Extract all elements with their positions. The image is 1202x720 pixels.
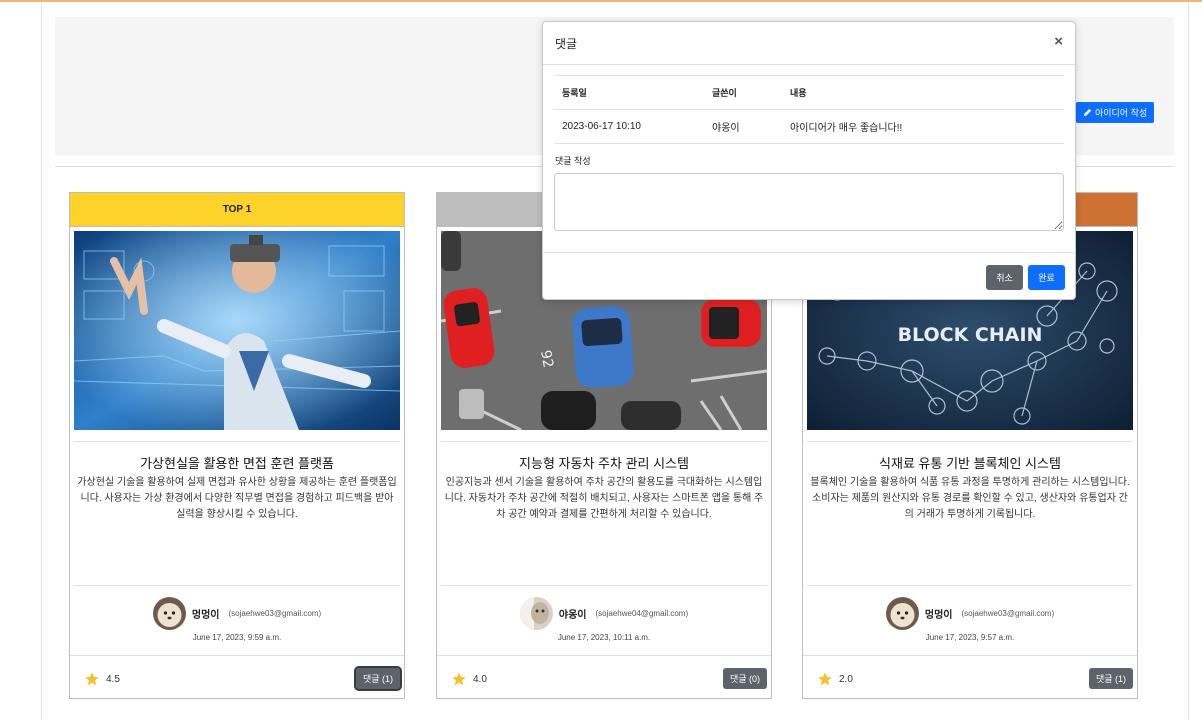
comment-table: 등록일 글쓴이 내용 2023-06-17 10:10 야옹이 아이디어가 매우… xyxy=(554,75,1064,144)
author-info: 야옹이 (sojaehwe04@gmail.com) xyxy=(437,597,771,630)
modal-title: 댓글 xyxy=(555,37,578,51)
card-divider xyxy=(441,441,767,442)
comment-modal: 댓글 × 등록일 글쓴이 내용 2023-06-17 10:10 야옹이 아이디… xyxy=(542,21,1076,300)
blockchain-image-text: BLOCK CHAIN xyxy=(898,324,1043,346)
author-info: 멍멍이 (sojaehwe03@gmail.com) xyxy=(70,597,404,630)
column-header-date: 등록일 xyxy=(554,75,704,110)
table-row: 2023-06-17 10:10 야옹이 아이디어가 매우 좋습니다!! xyxy=(554,109,1064,144)
author-email: (sojaehwe03@gmail.com) xyxy=(961,609,1055,618)
comment-author: 야옹이 xyxy=(704,109,782,144)
avatar xyxy=(885,597,919,630)
comment-content: 아이디어가 매우 좋습니다!! xyxy=(782,109,1064,144)
idea-title[interactable]: 지능형 자동차 주차 관리 시스템 xyxy=(441,453,767,472)
column-header-author: 글쓴이 xyxy=(704,75,782,110)
card-footer-divider xyxy=(437,655,771,656)
svg-text:92: 92 xyxy=(537,349,556,369)
rank-header: TOP 1 xyxy=(70,193,404,227)
comment-date: 2023-06-17 10:10 xyxy=(554,109,704,144)
post-date: June 17, 2023, 10:11 a.m. xyxy=(557,633,651,642)
pencil-icon xyxy=(1083,108,1092,117)
rating-value: 4.5 xyxy=(106,673,120,685)
modal-footer-divider xyxy=(543,252,1075,253)
close-icon[interactable]: × xyxy=(1054,33,1063,50)
write-idea-label: 아이디어 작성 xyxy=(1095,108,1148,118)
comment-button[interactable]: 댓글 (1) xyxy=(353,666,403,691)
avatar xyxy=(152,597,186,630)
star-icon xyxy=(452,672,466,686)
top-accent-line xyxy=(0,0,1202,2)
author-email: (sojaehwe04@gmail.com) xyxy=(595,609,689,618)
author-email: (sojaehwe03@gmail.com) xyxy=(228,609,322,618)
rating: 2.0 xyxy=(817,671,853,687)
author-info: 멍멍이 (sojaehwe03@gmail.com) xyxy=(803,597,1137,630)
author-name: 멍멍이 xyxy=(924,610,953,621)
comment-button[interactable]: 댓글 (1) xyxy=(1088,668,1133,689)
container-left-border xyxy=(41,2,42,720)
idea-description: 가상현실 기술을 활용하여 실제 면접과 유사한 상황을 제공하는 훈련 플랫폼… xyxy=(77,477,397,520)
done-button[interactable]: 완료 xyxy=(1028,265,1065,290)
post-date: June 17, 2023, 9:59 a.m. xyxy=(192,633,282,642)
card-divider xyxy=(74,441,400,442)
rating-value: 2.0 xyxy=(839,673,853,685)
card-divider xyxy=(807,585,1133,586)
card-divider xyxy=(441,585,767,586)
comment-textarea[interactable] xyxy=(554,173,1064,231)
cancel-button[interactable]: 취소 xyxy=(986,265,1023,290)
card-footer-divider xyxy=(70,655,404,656)
card-footer-divider xyxy=(803,655,1137,656)
author-name: 멍멍이 xyxy=(191,610,220,621)
idea-title[interactable]: 식재료 유통 기반 블록체인 시스템 xyxy=(807,453,1133,472)
idea-description: 인공지능과 센서 기술을 활용하여 주차 공간의 활용도를 극대화하는 시스템입… xyxy=(444,477,764,520)
card-divider xyxy=(807,441,1133,442)
star-icon xyxy=(818,672,832,686)
idea-card-1: TOP 1 가상현실을 활용한 면접 훈련 플랫폼 가상현실 기술을 활용하여 … xyxy=(69,192,405,699)
column-header-content: 내용 xyxy=(782,75,1064,110)
author-name: 야옹이 xyxy=(558,610,587,621)
rating-value: 4.0 xyxy=(473,673,487,685)
post-date: June 17, 2023, 9:57 a.m. xyxy=(925,633,1015,642)
rating: 4.5 xyxy=(84,671,120,687)
star-icon xyxy=(85,672,99,686)
rank-label: TOP 1 xyxy=(222,204,252,215)
idea-description: 블록체인 기술을 활용하여 식품 유통 과정을 투명하게 관리하는 시스템입니다… xyxy=(810,477,1130,520)
avatar xyxy=(519,597,553,630)
rating: 4.0 xyxy=(451,671,487,687)
vr-interview-image[interactable] xyxy=(74,231,400,430)
comment-button[interactable]: 댓글 (0) xyxy=(722,668,767,689)
card-divider xyxy=(74,585,400,586)
modal-header-divider xyxy=(543,64,1075,65)
write-idea-button[interactable]: 아이디어 작성 xyxy=(1076,102,1155,123)
comment-write-label: 댓글 작성 xyxy=(555,156,591,166)
idea-title[interactable]: 가상현실을 활용한 면접 훈련 플랫폼 xyxy=(74,453,400,472)
container-right-border xyxy=(1188,2,1189,720)
